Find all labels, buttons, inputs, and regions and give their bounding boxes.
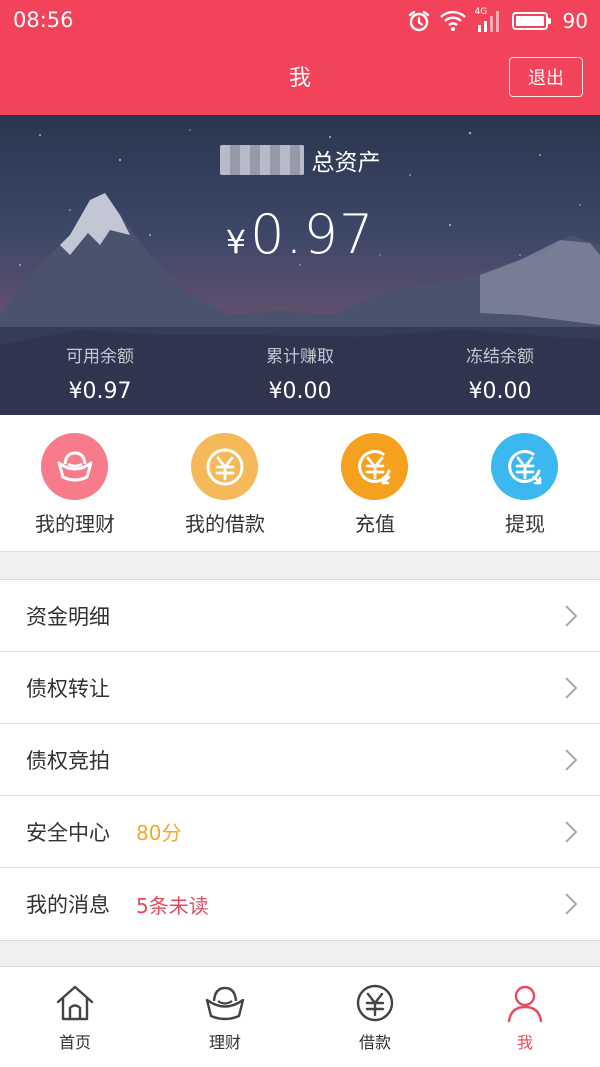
menu-item-debt-transfer[interactable]: 债权转让	[0, 652, 600, 724]
menu-item-security-center[interactable]: 安全中心 80分	[0, 796, 600, 868]
tab-home[interactable]: 首页	[0, 967, 150, 1067]
quick-action-my-investments[interactable]: 我的理财	[0, 415, 150, 551]
quick-action-my-loans[interactable]: 我的借款	[150, 415, 300, 551]
home-icon	[55, 983, 95, 1027]
wifi-icon	[439, 10, 466, 32]
quick-action-recharge[interactable]: 充值	[300, 415, 450, 551]
menu-item-title: 资金明细	[26, 604, 110, 629]
menu-item-title: 安全中心	[26, 820, 110, 845]
stat-value: ¥0.97	[68, 379, 132, 404]
status-time: 08:56	[13, 8, 74, 32]
currency-symbol: ¥	[225, 223, 247, 261]
total-assets-label: 总资产	[311, 150, 381, 176]
alarm-icon	[407, 9, 431, 33]
chevron-right-icon	[564, 748, 578, 776]
yen-withdraw-icon	[491, 433, 558, 500]
total-assets-value: 0.97	[250, 203, 375, 266]
yen-recharge-icon	[341, 433, 408, 500]
menu-item-my-messages[interactable]: 我的消息 5条未读	[0, 868, 600, 940]
battery-icon	[511, 11, 552, 31]
quick-action-withdraw[interactable]: 提现	[450, 415, 600, 551]
unread-count-badge: 5条未读	[136, 893, 209, 918]
quick-actions: 我的理财 我的借款 充值 提现	[0, 415, 600, 552]
status-bar: 08:56 4G 90	[0, 0, 600, 44]
asset-stats: 可用余额 ¥0.97 累计赚取 ¥0.00 冻结余额 ¥0.00	[0, 327, 600, 415]
security-score-badge: 80分	[136, 821, 182, 845]
quick-action-label: 我的理财	[35, 512, 115, 536]
stat-available-balance: 可用余额 ¥0.97	[0, 327, 200, 415]
logout-button[interactable]: 退出	[509, 57, 583, 97]
quick-action-label: 提现	[505, 512, 545, 536]
asset-owner: 总资产	[0, 143, 600, 177]
chevron-right-icon	[564, 676, 578, 704]
stat-label: 冻结余额	[466, 347, 534, 367]
menu-item-title: 我的消息	[26, 893, 110, 917]
stat-label: 可用余额	[66, 347, 134, 367]
chevron-right-icon	[564, 892, 578, 920]
ingot-icon	[41, 433, 108, 500]
battery-level: 90	[562, 9, 588, 33]
chevron-right-icon	[564, 604, 578, 632]
account-menu: 资金明细 债权转让 债权竞拍 安全中心 80分 我的消息 5条未读	[0, 579, 600, 941]
total-assets: ¥ 0.97	[0, 203, 600, 266]
tab-label: 我	[516, 1033, 533, 1052]
person-icon	[505, 983, 545, 1027]
ingot-icon	[204, 983, 246, 1027]
chevron-right-icon	[564, 820, 578, 848]
yen-coin-icon	[191, 433, 258, 500]
stat-value: ¥0.00	[268, 379, 332, 404]
menu-item-title: 债权竞拍	[26, 748, 110, 773]
quick-action-label: 充值	[355, 512, 395, 536]
bottom-tab-bar: 首页 理财 借款 我	[0, 966, 600, 1067]
yen-coin-icon	[355, 983, 395, 1027]
menu-item-debt-auction[interactable]: 债权竞拍	[0, 724, 600, 796]
tab-loans[interactable]: 借款	[300, 967, 450, 1067]
tab-label: 借款	[358, 1033, 391, 1052]
asset-summary-card: 总资产 ¥ 0.97 可用余额 ¥0.97 累计赚取 ¥0.00 冻结余额 ¥0…	[0, 115, 600, 415]
tab-me[interactable]: 我	[450, 967, 600, 1067]
stat-frozen-balance: 冻结余额 ¥0.00	[400, 327, 600, 415]
stat-cumulative-earnings: 累计赚取 ¥0.00	[200, 327, 400, 415]
menu-item-title: 债权转让	[26, 676, 110, 701]
stat-value: ¥0.00	[468, 379, 532, 404]
tab-label: 理财	[208, 1033, 241, 1052]
status-icons: 4G 90	[407, 7, 588, 35]
cellular-signal-icon: 4G	[475, 7, 503, 33]
app-header: 08:56 4G 90 我 退出	[0, 0, 600, 115]
quick-action-label: 我的借款	[185, 512, 265, 536]
tab-investments[interactable]: 理财	[150, 967, 300, 1067]
tab-label: 首页	[58, 1033, 91, 1052]
stat-label: 累计赚取	[266, 347, 334, 367]
menu-item-fund-details[interactable]: 资金明细	[0, 580, 600, 652]
masked-username	[219, 145, 304, 175]
